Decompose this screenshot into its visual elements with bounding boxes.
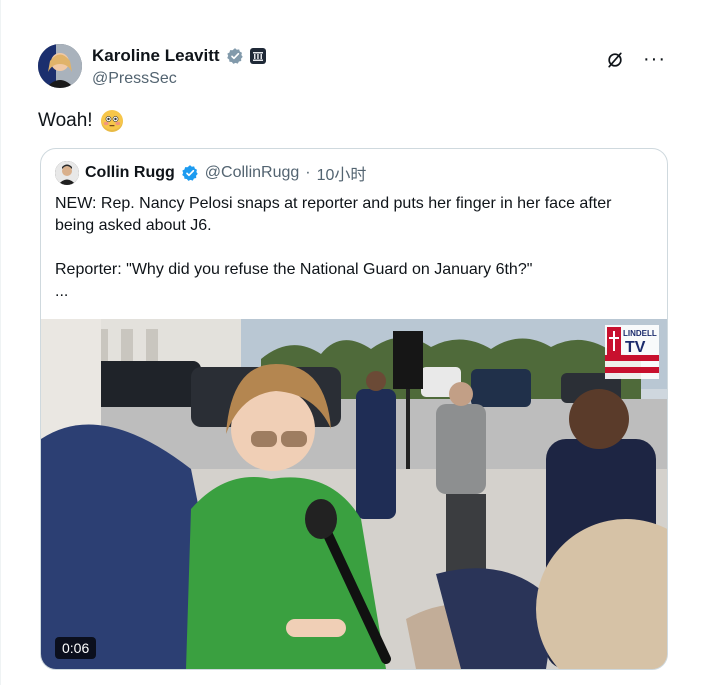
government-badge-icon	[249, 48, 266, 64]
grok-icon[interactable]	[605, 50, 625, 70]
author-name-row: Karoline Leavitt	[92, 46, 266, 66]
post[interactable]: Karoline Leavitt @PressSec ··· Woah! Col…	[20, 36, 684, 676]
post-text: Woah!	[38, 110, 123, 132]
flushed-face-icon	[100, 110, 123, 132]
verified-badge-icon	[226, 48, 243, 64]
author-name[interactable]: Karoline Leavitt	[92, 46, 220, 66]
post-body: Woah!	[38, 110, 93, 131]
quoted-text-ellipsis: ...	[55, 283, 69, 300]
video-frame-image	[41, 319, 667, 669]
more-options-icon[interactable]: ···	[643, 48, 666, 71]
quoted-post[interactable]: Collin Rugg @CollinRugg · 10小时 NEW: Rep.…	[40, 148, 668, 670]
quoted-post-text: NEW: Rep. Nancy Pelosi snaps at reporter…	[55, 193, 655, 303]
lindell-tv-logo: LINDELL TV	[605, 325, 659, 379]
quoted-text-line: NEW: Rep. Nancy Pelosi snaps at reporter…	[55, 195, 612, 234]
logo-text-top: LINDELL	[623, 329, 657, 338]
logo-text-bottom: TV	[625, 339, 646, 356]
timeline-border	[0, 0, 1, 685]
author-avatar[interactable]	[38, 44, 82, 88]
quoted-text-line: Reporter: "Why did you refuse the Nation…	[55, 261, 533, 278]
post-actions: ···	[605, 48, 666, 71]
quoted-author-handle[interactable]: @CollinRugg	[205, 164, 300, 182]
quoted-post-time[interactable]: 10小时	[317, 161, 367, 185]
video-duration: 0:06	[55, 637, 97, 659]
meta-separator: ·	[305, 164, 311, 181]
video-player[interactable]: LINDELL TV 0:06	[41, 319, 667, 669]
author-handle[interactable]: @PressSec	[92, 70, 177, 88]
quoted-author-name[interactable]: Collin Rugg	[85, 164, 175, 182]
verified-badge-icon	[181, 165, 198, 181]
quoted-post-header: Collin Rugg @CollinRugg · 10小时	[55, 161, 366, 185]
quoted-author-avatar[interactable]	[55, 161, 79, 185]
